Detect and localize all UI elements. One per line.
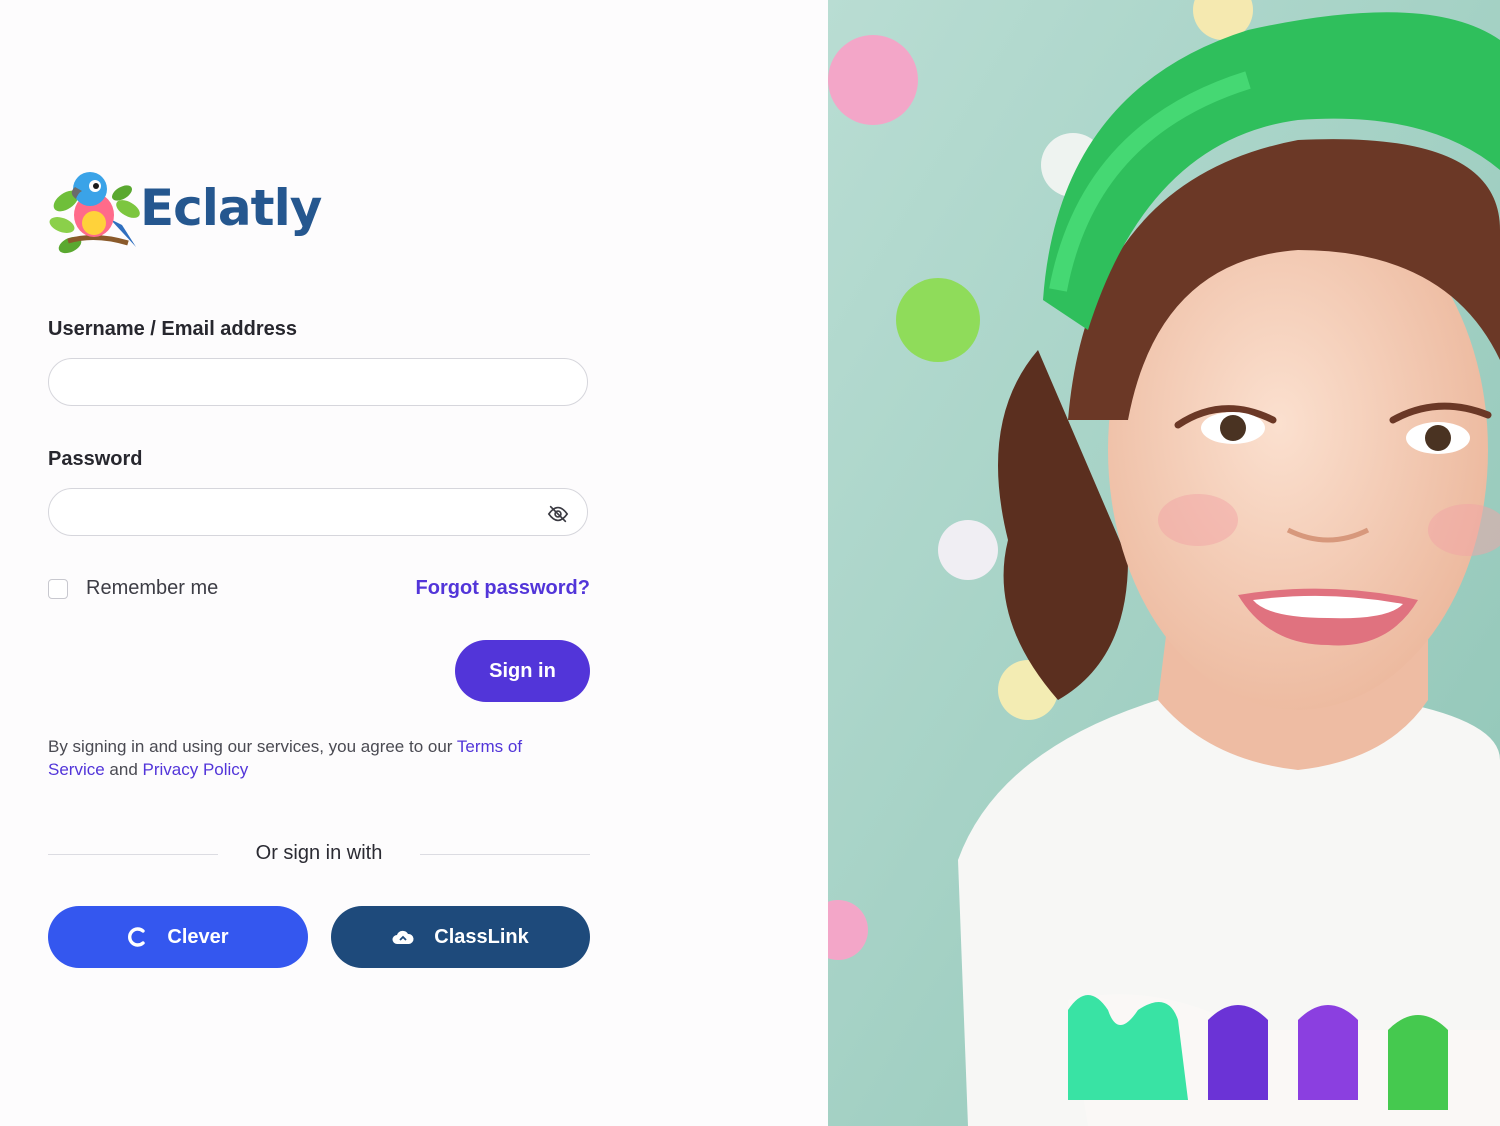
classlink-cloud-icon	[392, 930, 414, 944]
forgot-password-link[interactable]: Forgot password?	[416, 577, 590, 600]
divider-left	[48, 854, 218, 855]
hero-photo	[828, 0, 1500, 1126]
password-field-wrapper	[48, 488, 588, 536]
clever-button[interactable]: Clever	[48, 906, 308, 968]
divider-right	[420, 854, 590, 855]
classlink-label: ClassLink	[434, 925, 529, 948]
terms-and: and	[104, 760, 143, 779]
clever-label: Clever	[167, 925, 229, 948]
child-portrait-image	[828, 0, 1500, 1126]
username-field-wrapper	[48, 358, 588, 406]
classlink-button[interactable]: ClassLink	[331, 906, 590, 968]
username-label: Username / Email address	[48, 318, 298, 340]
clever-c-icon	[128, 927, 146, 947]
password-label: Password	[48, 448, 143, 470]
sso-divider-label: Or sign in with	[255, 842, 383, 864]
terms-notice: By signing in and using our services, yo…	[48, 735, 568, 781]
remember-checkbox[interactable]	[48, 578, 68, 599]
terms-prefix: By signing in and using our services, yo…	[48, 737, 457, 756]
brand-logo: Eclatly	[48, 163, 322, 257]
brand-name: Eclatly	[140, 179, 322, 237]
sign-in-button[interactable]: Sign in	[455, 640, 590, 702]
remember-me[interactable]: Remember me	[48, 577, 218, 600]
password-input[interactable]	[49, 489, 541, 535]
privacy-policy-link[interactable]: Privacy Policy	[143, 760, 249, 779]
username-input[interactable]	[49, 359, 541, 405]
login-panel: Eclatly Username / Email address Passwor…	[0, 0, 828, 1126]
remember-label: Remember me	[86, 577, 219, 599]
eye-off-icon[interactable]	[547, 503, 569, 525]
parrot-logo-icon	[49, 172, 140, 254]
